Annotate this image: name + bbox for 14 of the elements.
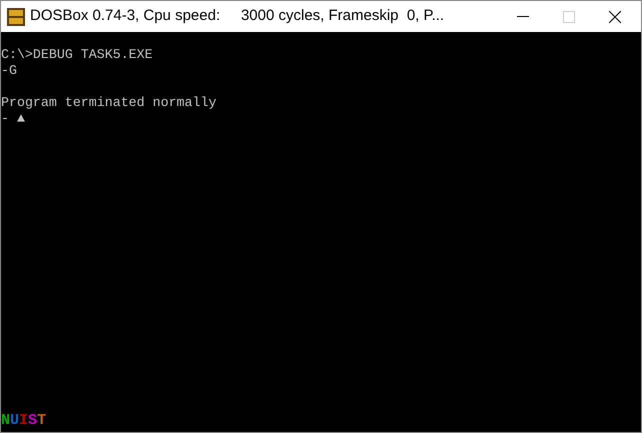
logo-letter: S	[28, 413, 38, 429]
console-line: C:\>DEBUG TASK5.EXE	[1, 47, 153, 63]
logo-letter: N	[1, 413, 10, 429]
console-line: -G	[1, 63, 17, 79]
logo-letter: T	[37, 413, 46, 429]
logo-letter: I	[19, 413, 28, 429]
app-logo-icon	[7, 8, 25, 26]
maximize-icon	[563, 10, 575, 22]
minimize-icon	[517, 16, 529, 17]
close-icon	[609, 10, 621, 22]
logo-letter: U	[10, 413, 20, 429]
console-line: Program terminated normally	[1, 95, 216, 111]
window-title: DOSBox 0.74-3, Cpu speed: 3000 cycles, Frameskip 0, P...	[30, 6, 444, 26]
console-line: - ▲	[1, 111, 25, 127]
